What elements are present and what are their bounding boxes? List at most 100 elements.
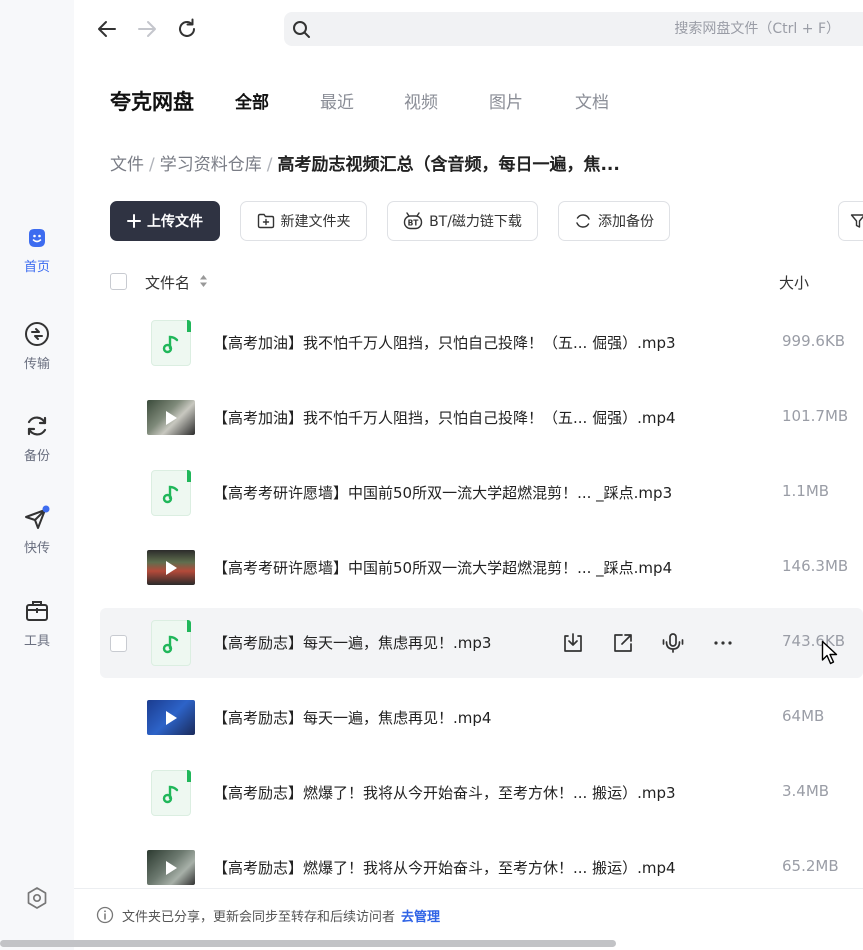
svg-text:BT: BT xyxy=(408,219,420,228)
sidebar-item-tools[interactable]: 工具 xyxy=(0,598,74,649)
breadcrumb-separator: / xyxy=(266,155,273,175)
new-folder-button[interactable]: 新建文件夹 xyxy=(240,201,367,241)
share-notice-text: 文件夹已分享，更新会同步至转存和后续访问者 去管理 xyxy=(122,906,440,925)
topbar xyxy=(74,0,863,60)
file-size: 146.3MB xyxy=(782,557,849,575)
video-thumbnail xyxy=(147,850,195,885)
back-arrow-icon[interactable] xyxy=(94,16,120,42)
tab-images[interactable]: 图片 xyxy=(489,88,523,113)
manage-link[interactable]: 去管理 xyxy=(401,910,440,925)
file-row[interactable]: 【高考加油】我不怕千万人阻挡，只怕自己投降！（五... 倔强）.mp3 999.… xyxy=(100,308,863,378)
video-thumbnail xyxy=(147,700,195,735)
backup-icon xyxy=(576,214,590,228)
info-icon xyxy=(96,906,114,924)
download-icon[interactable] xyxy=(560,630,586,656)
filter-button[interactable] xyxy=(838,201,863,241)
breadcrumb-separator: / xyxy=(149,155,155,175)
play-icon xyxy=(166,561,177,575)
play-icon xyxy=(166,711,177,725)
column-header-name[interactable]: 文件名 xyxy=(145,272,190,293)
file-size: 101.7MB xyxy=(782,407,849,425)
refresh-icon[interactable] xyxy=(174,16,200,42)
forward-arrow-icon[interactable] xyxy=(134,16,160,42)
filter-icon xyxy=(850,214,863,228)
sidebar-item-transfer[interactable]: 传输 xyxy=(0,321,74,372)
quark-drive-window: 首页 传输 备份 快传 工具 搜索网盘文件（Ctrl + F） 夸克网盘 全部 … xyxy=(0,0,863,950)
sidebar-item-label: 首页 xyxy=(23,260,50,275)
play-icon xyxy=(166,411,177,425)
file-size: 999.6KB xyxy=(782,332,846,350)
home-icon xyxy=(29,229,45,247)
sidebar-item-backup[interactable]: 备份 xyxy=(0,413,74,464)
mouse-cursor-icon xyxy=(821,640,838,665)
video-thumbnail xyxy=(147,550,195,585)
horizontal-scrollbar[interactable] xyxy=(0,940,616,947)
settings-icon[interactable] xyxy=(25,886,49,910)
bt-download-button[interactable]: BT BT/磁力链下载 xyxy=(387,201,538,241)
audio-file-icon xyxy=(151,770,191,816)
audio-file-icon xyxy=(151,620,191,666)
file-name[interactable]: 【高考励志】燃爆了！我将从今开始奋斗，至考方休！... 搬运）.mp3 xyxy=(213,782,676,803)
sort-icon[interactable] xyxy=(199,274,208,288)
share-notice-bar: 文件夹已分享，更新会同步至转存和后续访问者 去管理 xyxy=(74,888,863,940)
tab-video[interactable]: 视频 xyxy=(404,88,438,113)
upload-button-label: 上传文件 xyxy=(147,214,203,230)
quick-send-icon xyxy=(25,505,50,529)
search-box[interactable] xyxy=(284,12,863,46)
audio-file-icon xyxy=(151,470,191,516)
sidebar-item-label: 快传 xyxy=(23,541,50,556)
file-name[interactable]: 【高考加油】我不怕千万人阻挡，只怕自己投降！（五... 倔强）.mp4 xyxy=(213,407,676,428)
file-row[interactable]: 【高考加油】我不怕千万人阻挡，只怕自己投降！（五... 倔强）.mp4 101.… xyxy=(100,383,863,453)
file-name[interactable]: 【高考加油】我不怕千万人阻挡，只怕自己投降！（五... 倔强）.mp3 xyxy=(213,332,676,353)
transfer-icon xyxy=(25,322,49,346)
sidebar-item-label: 工具 xyxy=(23,634,50,649)
sidebar: 首页 传输 备份 快传 工具 xyxy=(0,0,74,950)
file-row[interactable]: 【高考励志】燃爆了！我将从今开始奋斗，至考方休！... 搬运）.mp3 3.4M… xyxy=(100,758,863,828)
sidebar-item-quick-send[interactable]: 快传 xyxy=(0,505,74,556)
file-name[interactable]: 【高考励志】每天一遍，焦虑再见！.mp4 xyxy=(213,707,491,728)
upload-button[interactable]: 上传文件 xyxy=(110,201,220,241)
toolbox-icon xyxy=(26,601,48,621)
breadcrumb-item-files[interactable]: 文件 xyxy=(110,155,144,175)
more-icon[interactable] xyxy=(710,630,736,656)
row-checkbox[interactable] xyxy=(110,635,127,652)
breadcrumb-current-folder: 高考励志视频汇总（含音频，每日一遍，焦... xyxy=(277,155,620,175)
tab-documents[interactable]: 文档 xyxy=(575,88,609,113)
file-name[interactable]: 【高考考研许愿墙】中国前50所双一流大学超燃混剪！... _踩点.mp4 xyxy=(213,557,672,578)
tab-recent[interactable]: 最近 xyxy=(320,88,354,113)
add-backup-button[interactable]: 添加备份 xyxy=(558,201,670,241)
share-icon[interactable] xyxy=(610,630,636,656)
backup-icon xyxy=(27,416,47,436)
file-row[interactable]: 【高考考研许愿墙】中国前50所双一流大学超燃混剪！... _踩点.mp4 146… xyxy=(100,533,863,603)
row-actions xyxy=(560,630,736,656)
file-size: 64MB xyxy=(782,707,825,725)
bt-icon: BT xyxy=(403,212,423,230)
search-input[interactable] xyxy=(320,12,840,46)
select-all-checkbox[interactable] xyxy=(110,273,127,290)
sidebar-item-home[interactable]: 首页 xyxy=(0,226,74,275)
audio-file-icon xyxy=(151,320,191,366)
voice-transcribe-icon[interactable] xyxy=(660,630,686,656)
breadcrumb-item-study-repo[interactable]: 学习资料仓库 xyxy=(160,155,262,175)
breadcrumb: 文件 / 学习资料仓库 / 高考励志视频汇总（含音频，每日一遍，焦... xyxy=(110,150,620,175)
tab-all[interactable]: 全部 xyxy=(235,88,269,113)
plus-icon xyxy=(127,214,141,228)
new-folder-label: 新建文件夹 xyxy=(280,214,351,230)
file-row[interactable]: 【高考励志】每天一遍，焦虑再见！.mp4 64MB xyxy=(100,683,863,753)
file-name[interactable]: 【高考考研许愿墙】中国前50所双一流大学超燃混剪！... _踩点.mp3 xyxy=(213,482,672,503)
file-size: 3.4MB xyxy=(782,782,830,800)
file-size: 65.2MB xyxy=(782,857,839,875)
add-backup-label: 添加备份 xyxy=(598,214,654,230)
video-thumbnail xyxy=(147,400,195,435)
file-name[interactable]: 【高考励志】每天一遍，焦虑再见！.mp3 xyxy=(213,632,491,653)
brand-title: 夸克网盘 xyxy=(110,90,194,114)
file-row-hovered[interactable]: 【高考励志】每天一遍，焦虑再见！.mp3 743.6KB xyxy=(100,608,863,678)
file-name[interactable]: 【高考励志】燃爆了！我将从今开始奋斗，至考方休！... 搬运）.mp4 xyxy=(213,857,676,878)
notice-message: 文件夹已分享，更新会同步至转存和后续访问者 xyxy=(122,910,396,925)
sidebar-item-label: 传输 xyxy=(23,357,50,372)
search-icon xyxy=(293,21,310,38)
new-folder-icon xyxy=(257,213,274,229)
column-header-size[interactable]: 大小 xyxy=(779,272,809,293)
bt-download-label: BT/磁力链下载 xyxy=(429,214,522,230)
file-row[interactable]: 【高考考研许愿墙】中国前50所双一流大学超燃混剪！... _踩点.mp3 1.1… xyxy=(100,458,863,528)
